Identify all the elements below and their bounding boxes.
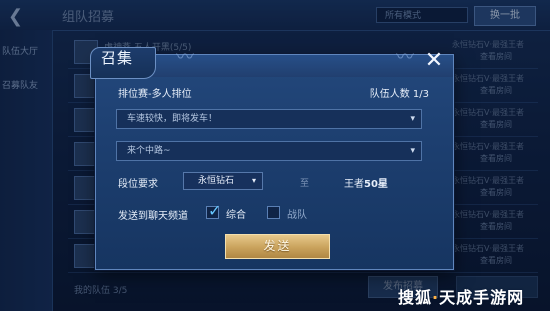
dialog-title: 召集 <box>101 49 134 67</box>
rank-from-select[interactable]: 永恒钻石 ▾ <box>183 172 263 190</box>
rank-to-value[interactable]: 王者50星 <box>344 175 388 190</box>
watermark-prefix: 搜狐 <box>398 288 433 307</box>
team-count: 队伍人数 1/3 <box>369 89 429 100</box>
lane-select-value: 来个中路~ <box>127 146 171 156</box>
cloud-ornament-icon: 〰 <box>396 47 414 68</box>
clan-channel-checkbox[interactable] <box>267 206 280 219</box>
send-to-channel-label: 发送到聊天频道 <box>118 211 188 222</box>
chevron-down-icon: ▾ <box>410 114 415 124</box>
dialog-title-tab: 召集 <box>90 47 156 79</box>
clan-channel-label[interactable]: 战队 <box>287 206 307 221</box>
rank-to-name: 王者 <box>344 179 364 190</box>
mode-label: 排位赛-多人排位 <box>118 89 192 100</box>
chevron-down-icon: ▾ <box>410 146 415 156</box>
message-select-value: 车速较快，即将发车！ <box>127 114 218 124</box>
summon-dialog: 召集 〰 〰 ✕ 排位赛-多人排位 队伍人数 1/3 车速较快，即将发车！ ▾ … <box>90 47 454 270</box>
rank-to-stars: 50星 <box>364 179 388 190</box>
rank-requirement-label: 段位要求 <box>118 179 158 190</box>
rank-to-separator: 至 <box>300 179 310 189</box>
site-watermark: 搜狐·天成手游网 <box>398 284 548 307</box>
rank-from-value: 永恒钻石 <box>198 176 235 186</box>
send-button[interactable]: 发送 <box>225 234 330 259</box>
general-channel-label[interactable]: 综合 <box>226 206 246 221</box>
close-icon[interactable]: ✕ <box>422 49 446 73</box>
message-select[interactable]: 车速较快，即将发车！ ▾ <box>116 109 422 129</box>
cloud-ornament-icon: 〰 <box>176 47 194 68</box>
checkmark-icon: ✓ <box>208 201 222 220</box>
watermark-suffix: 天成手游网 <box>439 288 525 307</box>
chevron-down-icon: ▾ <box>251 176 256 185</box>
lane-select[interactable]: 来个中路~ ▾ <box>116 141 422 161</box>
general-channel-checkbox[interactable]: ✓ <box>206 201 221 220</box>
